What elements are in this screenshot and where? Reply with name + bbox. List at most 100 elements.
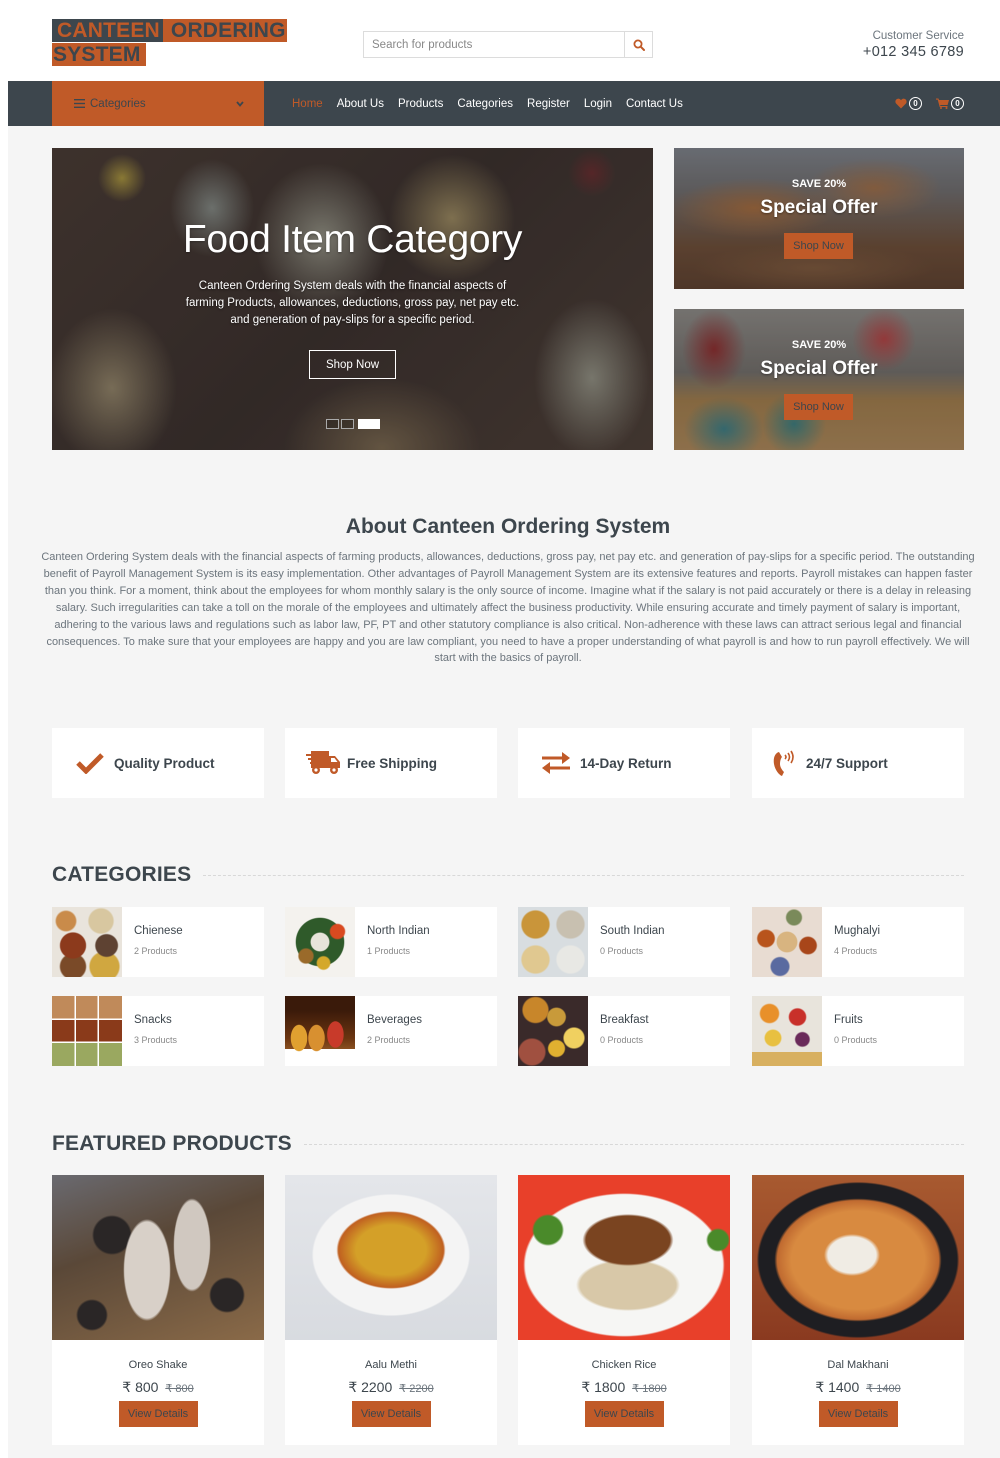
price-current: ₹ 1400 xyxy=(815,1379,860,1395)
category-name: Fruits xyxy=(834,1014,863,1026)
wishlist-button[interactable]: 0 xyxy=(895,97,922,110)
chevron-down-icon xyxy=(236,100,244,107)
offer-shop-now-button[interactable]: Shop Now xyxy=(784,394,853,420)
product-price: ₹ 2200 ₹ 2200 xyxy=(285,1379,497,1396)
phone-icon xyxy=(773,750,794,776)
category-count: 2 Products xyxy=(367,1035,411,1045)
product-image[interactable] xyxy=(52,1175,264,1340)
divider xyxy=(203,874,964,876)
category-image xyxy=(518,907,588,977)
search-input[interactable] xyxy=(364,32,624,57)
product-name: Dal Makhani xyxy=(827,1359,889,1371)
carousel-indicator[interactable] xyxy=(341,419,354,429)
nav-register[interactable]: Register xyxy=(527,98,570,110)
view-details-button[interactable]: View Details xyxy=(118,1401,198,1427)
offer-title: Special Offer xyxy=(760,358,878,379)
product-card: Dal Makhani ₹ 1400 ₹ 1400 View Details xyxy=(752,1175,964,1445)
price-old: ₹ 1400 xyxy=(866,1383,901,1395)
featured-title: FEATURED PRODUCTS xyxy=(52,1132,292,1155)
feature-quality-product: Quality Product xyxy=(52,728,264,798)
product-name: Chicken Rice xyxy=(591,1359,657,1371)
nav-categories[interactable]: Categories xyxy=(457,98,513,110)
hero-title: Food Item Category xyxy=(182,218,523,261)
category-card[interactable]: Beverages 2 Products xyxy=(285,996,497,1066)
categories-title: CATEGORIES xyxy=(52,863,192,886)
nav-home[interactable]: Home xyxy=(292,98,323,110)
feature-label: 14-Day Return xyxy=(580,755,672,771)
navbar: Categories Home About Us Products Catego… xyxy=(8,81,1000,126)
product-card: Chicken Rice ₹ 1800 ₹ 1800 View Details xyxy=(518,1175,730,1445)
category-image xyxy=(285,996,355,1066)
carousel-indicator[interactable] xyxy=(326,419,339,429)
category-count: 1 Products xyxy=(367,946,411,956)
carousel-indicator-active[interactable] xyxy=(358,419,380,429)
hero-shop-now-button[interactable]: Shop Now xyxy=(309,350,396,379)
phone-number: +012 345 6789 xyxy=(862,44,964,60)
featured-header: FEATURED PRODUCTS xyxy=(52,1132,964,1156)
category-image xyxy=(518,996,588,1066)
product-name: Aalu Methi xyxy=(365,1359,417,1371)
hero-carousel[interactable]: Food Item Category Canteen Ordering Syst… xyxy=(52,148,653,450)
product-card: Aalu Methi ₹ 2200 ₹ 2200 View Details xyxy=(285,1175,497,1445)
category-card[interactable]: Fruits 0 Products xyxy=(752,996,964,1066)
category-card[interactable]: Chienese 2 Products xyxy=(52,907,264,977)
main-menu: Home About Us Products Categories Regist… xyxy=(292,81,697,126)
category-card[interactable]: Breakfast 0 Products xyxy=(518,996,730,1066)
category-card[interactable]: North Indian 1 Products xyxy=(285,907,497,977)
category-card[interactable]: South Indian 0 Products xyxy=(518,907,730,977)
price-current: ₹ 800 xyxy=(122,1379,159,1395)
product-price: ₹ 1800 ₹ 1800 xyxy=(518,1379,730,1396)
menu-icon xyxy=(74,99,85,108)
view-details-button[interactable]: View Details xyxy=(584,1401,664,1427)
product-image[interactable] xyxy=(518,1175,730,1340)
view-details-button[interactable]: View Details xyxy=(818,1401,898,1427)
product-price: ₹ 1400 ₹ 1400 xyxy=(752,1379,964,1396)
search-icon xyxy=(633,39,645,51)
category-image xyxy=(52,907,122,977)
top-header: CANTEENORDERING SYSTEM Customer Service +… xyxy=(0,0,1000,81)
offer-shop-now-button[interactable]: Shop Now xyxy=(784,233,853,259)
category-count: 4 Products xyxy=(834,946,878,956)
product-image[interactable] xyxy=(285,1175,497,1340)
logo[interactable]: CANTEEN ORDERING SYSTEM xyxy=(52,19,287,67)
feature-24-7-support: 24/7 Support xyxy=(752,728,964,798)
nav-about-us[interactable]: About Us xyxy=(337,98,384,110)
category-name: Mughalyi xyxy=(834,925,881,937)
carousel-indicators xyxy=(326,419,380,429)
offer-title: Special Offer xyxy=(760,197,878,218)
nav-products[interactable]: Products xyxy=(398,98,443,110)
category-name: Chienese xyxy=(134,925,183,937)
price-current: ₹ 1800 xyxy=(581,1379,626,1395)
category-count: 0 Products xyxy=(600,946,644,956)
category-name: Beverages xyxy=(367,1014,422,1026)
category-image xyxy=(752,907,822,977)
category-image xyxy=(752,996,822,1066)
cart-button[interactable]: 0 xyxy=(936,97,964,110)
category-card[interactable]: Mughalyi 4 Products xyxy=(752,907,964,977)
logo-word: SYSTEM xyxy=(52,43,146,66)
offer-discount: SAVE 20% xyxy=(791,339,847,351)
cart-icon xyxy=(936,98,949,109)
feature-label: 24/7 Support xyxy=(806,755,888,771)
nav-login[interactable]: Login xyxy=(584,98,612,110)
category-name: North Indian xyxy=(367,925,430,937)
price-old: ₹ 800 xyxy=(165,1383,194,1395)
categories-header: CATEGORIES xyxy=(52,863,964,887)
search-bar xyxy=(363,31,653,58)
view-details-button[interactable]: View Details xyxy=(351,1401,431,1427)
nav-contact-us[interactable]: Contact Us xyxy=(626,98,683,110)
product-image[interactable] xyxy=(752,1175,964,1340)
exchange-icon xyxy=(542,752,570,774)
divider xyxy=(303,1143,964,1145)
cart-count: 0 xyxy=(951,97,964,110)
category-card[interactable]: Snacks 3 Products xyxy=(52,996,264,1066)
hero-text: Canteen Ordering System deals with the f… xyxy=(185,280,520,326)
search-button[interactable] xyxy=(624,32,652,57)
categories-dropdown[interactable]: Categories xyxy=(52,81,264,126)
feature-label: Quality Product xyxy=(114,755,215,771)
price-old: ₹ 2200 xyxy=(399,1383,434,1395)
product-card: Oreo Shake ₹ 800 ₹ 800 View Details xyxy=(52,1175,264,1445)
price-current: ₹ 2200 xyxy=(348,1379,393,1395)
product-name: Oreo Shake xyxy=(128,1359,188,1371)
feature-free-shipping: Free Shipping xyxy=(285,728,497,798)
